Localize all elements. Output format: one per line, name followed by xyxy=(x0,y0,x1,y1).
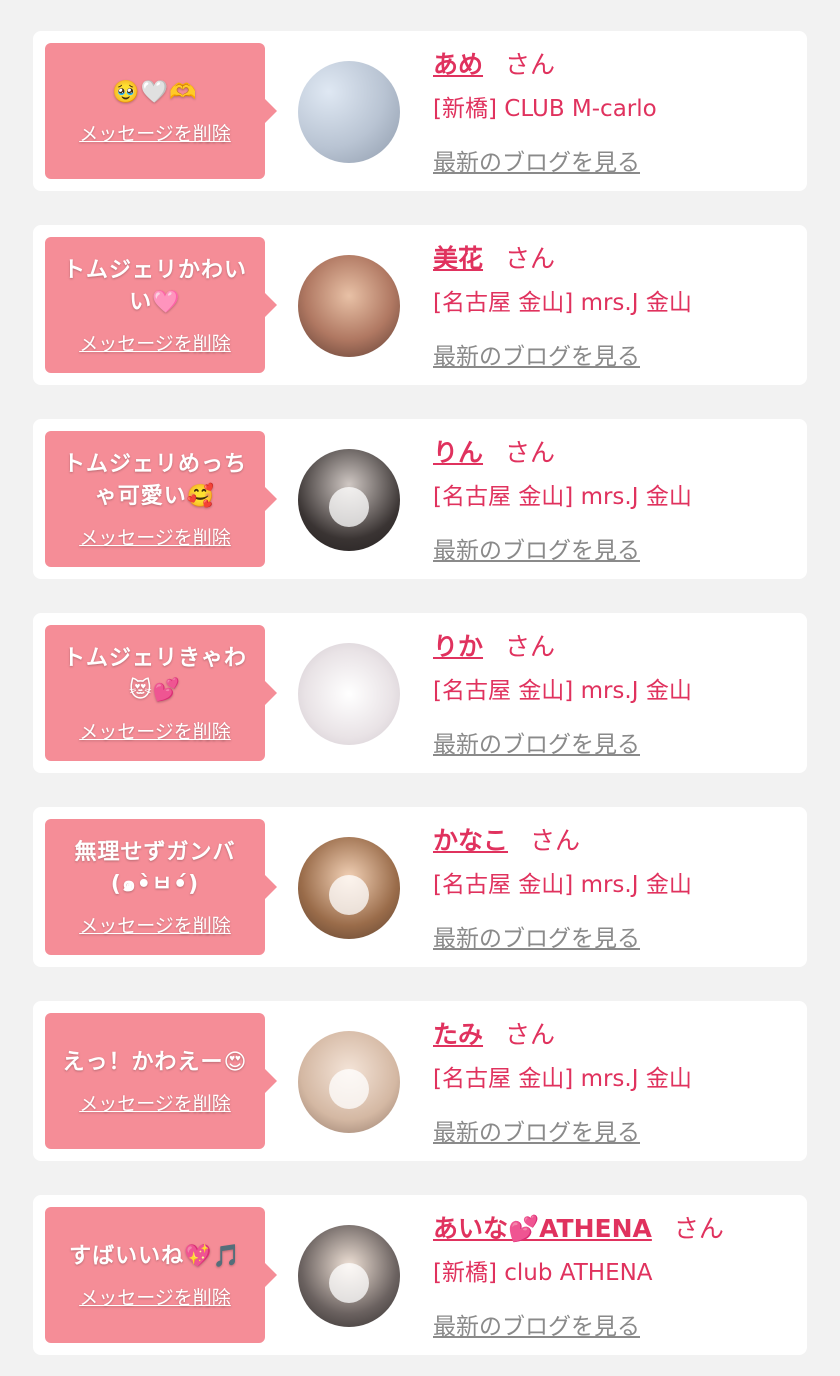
message-card: トムジェリめっちゃ可愛い🥰 メッセージを削除 りん さん [名古屋 金山] mr… xyxy=(33,419,807,579)
message-text: トムジェリかわいい🩷 xyxy=(55,255,255,319)
message-emoji: 💖🎵 xyxy=(184,1243,241,1269)
face-mask-sticker xyxy=(329,487,369,527)
message-body: すばいいね xyxy=(69,1243,185,1269)
sender-name-row: 美花 さん xyxy=(433,237,555,277)
delete-message-link[interactable]: メッセージを削除 xyxy=(79,329,231,356)
message-bubble: 無理せずガンバ(๑•̀ㅂ•́) メッセージを削除 xyxy=(45,819,277,955)
message-bubble: トムジェリかわいい🩷 メッセージを削除 xyxy=(45,237,277,373)
message-card: 🥹🤍🫶 メッセージを削除 あめ さん [新橋] CLUB M-carlo 最新の… xyxy=(33,31,807,191)
delete-message-link[interactable]: メッセージを削除 xyxy=(79,1283,231,1310)
sender-name-link[interactable]: りか xyxy=(433,627,483,663)
message-emoji: 🩷 xyxy=(152,289,181,315)
sender-name-row: りん さん xyxy=(433,431,555,471)
latest-blog-link[interactable]: 最新のブログを見る xyxy=(433,531,640,565)
honorific: さん xyxy=(505,632,556,661)
latest-blog-link[interactable]: 最新のブログを見る xyxy=(433,337,640,371)
avatar[interactable] xyxy=(298,643,400,745)
honorific: さん xyxy=(505,438,556,467)
honorific: さん xyxy=(505,50,556,79)
message-text: すばいいね💖🎵 xyxy=(69,1241,241,1273)
shop-label: [名古屋 金山] mrs.J 金山 xyxy=(433,1066,692,1092)
shop-label: [名古屋 金山] mrs.J 金山 xyxy=(433,290,692,316)
avatar[interactable] xyxy=(298,61,400,163)
message-bubble: すばいいね💖🎵 メッセージを削除 xyxy=(45,1207,277,1343)
message-emoji: 🥹🤍🫶 xyxy=(112,79,198,105)
avatar[interactable] xyxy=(298,449,400,551)
honorific: さん xyxy=(530,826,581,855)
latest-blog-link[interactable]: 最新のブログを見る xyxy=(433,1307,640,1341)
message-body: えっ！かわえー xyxy=(62,1049,224,1075)
message-body: トムジェリめっちゃ可愛い xyxy=(62,451,247,509)
sender-name-link[interactable]: かなこ xyxy=(433,821,508,857)
message-list: 🥹🤍🫶 メッセージを削除 あめ さん [新橋] CLUB M-carlo 最新の… xyxy=(0,0,840,1376)
sender-name-link[interactable]: りん xyxy=(433,433,483,469)
latest-blog-link[interactable]: 最新のブログを見る xyxy=(433,1113,640,1147)
message-text: トムジェリめっちゃ可愛い🥰 xyxy=(55,449,255,513)
message-card: すばいいね💖🎵 メッセージを削除 あいな💕ATHENA さん [新橋] club… xyxy=(33,1195,807,1355)
sender-name-row: あいな💕ATHENA さん xyxy=(433,1207,724,1247)
delete-message-link[interactable]: メッセージを削除 xyxy=(79,119,231,146)
delete-message-link[interactable]: メッセージを削除 xyxy=(79,911,231,938)
message-emoji: 😻💕 xyxy=(128,677,182,703)
message-bubble: えっ！かわえー😍 メッセージを削除 xyxy=(45,1013,277,1149)
sender-name-link[interactable]: あめ xyxy=(433,45,483,81)
sender-name-row: あめ さん xyxy=(433,43,555,83)
honorific: さん xyxy=(673,1214,724,1243)
message-card: トムジェリきゃわ 😻💕 メッセージを削除 りか さん [名古屋 金山] mrs.J… xyxy=(33,613,807,773)
message-card: 無理せずガンバ(๑•̀ㅂ•́) メッセージを削除 かなこ さん [名古屋 金山]… xyxy=(33,807,807,967)
sender-name-link[interactable]: たみ xyxy=(433,1015,483,1051)
message-card: えっ！かわえー😍 メッセージを削除 たみ さん [名古屋 金山] mrs.J 金… xyxy=(33,1001,807,1161)
heart-sticker xyxy=(329,1263,369,1303)
message-bubble: トムジェリめっちゃ可愛い🥰 メッセージを削除 xyxy=(45,431,277,567)
message-text: えっ！かわえー😍 xyxy=(63,1047,248,1079)
message-card: トムジェリかわいい🩷 メッセージを削除 美花 さん [名古屋 金山] mrs.J… xyxy=(33,225,807,385)
delete-message-link[interactable]: メッセージを削除 xyxy=(79,523,231,550)
honorific: さん xyxy=(505,244,556,273)
delete-message-link[interactable]: メッセージを削除 xyxy=(79,1089,231,1116)
sender-name-link[interactable]: 美花 xyxy=(433,239,483,275)
message-bubble: 🥹🤍🫶 メッセージを削除 xyxy=(45,43,277,179)
avatar[interactable] xyxy=(298,255,400,357)
sender-name-link[interactable]: あいな💕ATHENA xyxy=(433,1209,652,1245)
shop-label: [名古屋 金山] mrs.J 金山 xyxy=(433,678,692,704)
avatar[interactable] xyxy=(298,1225,400,1327)
latest-blog-link[interactable]: 最新のブログを見る xyxy=(433,725,640,759)
message-emoji: 😍 xyxy=(223,1049,248,1075)
latest-blog-link[interactable]: 最新のブログを見る xyxy=(433,919,640,953)
avatar[interactable] xyxy=(298,837,400,939)
message-body: トムジェリきゃわ xyxy=(62,645,247,671)
message-text: 無理せずガンバ(๑•̀ㅂ•́) xyxy=(55,837,255,901)
shop-label: [新橋] CLUB M-carlo xyxy=(433,96,657,122)
message-text: トムジェリきゃわ 😻💕 xyxy=(55,643,255,707)
sender-name-row: りか さん xyxy=(433,625,555,665)
sender-name-row: かなこ さん xyxy=(433,819,580,859)
shop-label: [名古屋 金山] mrs.J 金山 xyxy=(433,872,692,898)
message-emoji: 🥰 xyxy=(186,483,216,509)
sender-name-row: たみ さん xyxy=(433,1013,555,1053)
face-mask-sticker xyxy=(329,875,369,915)
face-mask-sticker xyxy=(329,1069,369,1109)
shop-label: [名古屋 金山] mrs.J 金山 xyxy=(433,484,692,510)
latest-blog-link[interactable]: 最新のブログを見る xyxy=(433,143,640,177)
delete-message-link[interactable]: メッセージを削除 xyxy=(79,717,231,744)
message-text: 🥹🤍🫶 xyxy=(112,77,197,109)
honorific: さん xyxy=(505,1020,556,1049)
message-body: 無理せずガンバ(๑•̀ㅂ•́) xyxy=(74,839,236,897)
shop-label: [新橋] club ATHENA xyxy=(433,1260,653,1286)
avatar[interactable] xyxy=(298,1031,400,1133)
message-bubble: トムジェリきゃわ 😻💕 メッセージを削除 xyxy=(45,625,277,761)
